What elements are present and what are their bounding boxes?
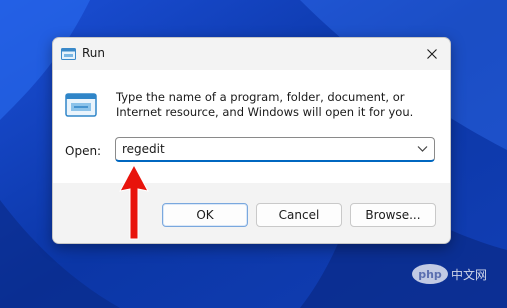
open-input-value[interactable]: regedit (122, 142, 165, 156)
run-icon (61, 48, 76, 60)
dialog-footer: OK Cancel Browse... (53, 183, 450, 243)
run-dialog: Run Type the name of a program, folder, … (52, 37, 451, 244)
browse-button[interactable]: Browse... (350, 203, 436, 227)
title-bar: Run (53, 38, 450, 70)
close-icon (427, 49, 437, 59)
close-button[interactable] (420, 43, 444, 65)
red-annotation-arrow (119, 163, 149, 240)
dialog-description: Type the name of a program, folder, docu… (116, 90, 414, 119)
watermark-logo: php 中文网 (412, 264, 487, 284)
chevron-down-icon[interactable] (417, 145, 428, 153)
open-label: Open: (65, 144, 102, 158)
cancel-button[interactable]: Cancel (256, 203, 342, 227)
ok-button[interactable]: OK (162, 203, 248, 227)
dialog-title: Run (82, 46, 106, 60)
open-combobox[interactable]: regedit (115, 137, 435, 162)
run-program-icon (65, 93, 97, 117)
svg-text:中文网: 中文网 (451, 267, 487, 282)
svg-text:php: php (418, 268, 442, 281)
dialog-body: Type the name of a program, folder, docu… (53, 70, 450, 183)
